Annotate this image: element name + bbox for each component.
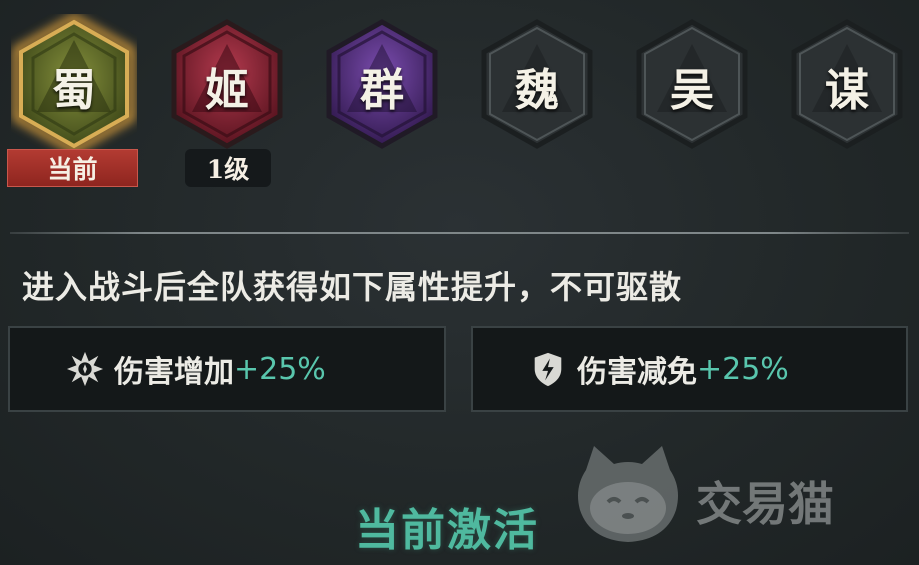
shield-bolt-icon [534,352,562,387]
faction-shu[interactable]: 蜀 [11,14,137,154]
stat-value: +25% [697,351,789,387]
cat-icon [578,446,678,542]
faction-label: 谋 [825,65,869,116]
faction-ji[interactable]: 姬 [164,14,290,154]
faction-label: 姬 [205,65,249,116]
stat-name: 伤害减免 [577,355,697,390]
faction-label: 群 [360,65,404,116]
active-status-label: 当前激活 [355,505,539,556]
divider [10,232,909,234]
watermark-text: 交易猫 [696,477,834,531]
faction-wu[interactable]: 吴 [629,14,755,154]
faction-wei[interactable]: 魏 [474,14,600,154]
burst-icon [66,351,104,387]
faction-label: 吴 [670,65,714,116]
bonus-description: 进入战斗后全队获得如下属性提升，不可驱散 [22,268,683,306]
stat-damage-reduction: 伤害减免 +25% [471,326,908,412]
level-badge: 1级 [185,149,271,187]
stat-name: 伤害增加 [114,355,234,390]
stat-value: +25% [234,351,326,387]
faction-label: 魏 [515,65,559,116]
watermark: 交易猫 [568,440,898,550]
stat-damage-increase: 伤害增加 +25% [8,326,446,412]
faction-qun[interactable]: 群 [319,14,445,154]
faction-label: 蜀 [52,65,96,116]
faction-mou[interactable]: 谋 [784,14,910,154]
current-badge: 当前 [7,149,138,187]
